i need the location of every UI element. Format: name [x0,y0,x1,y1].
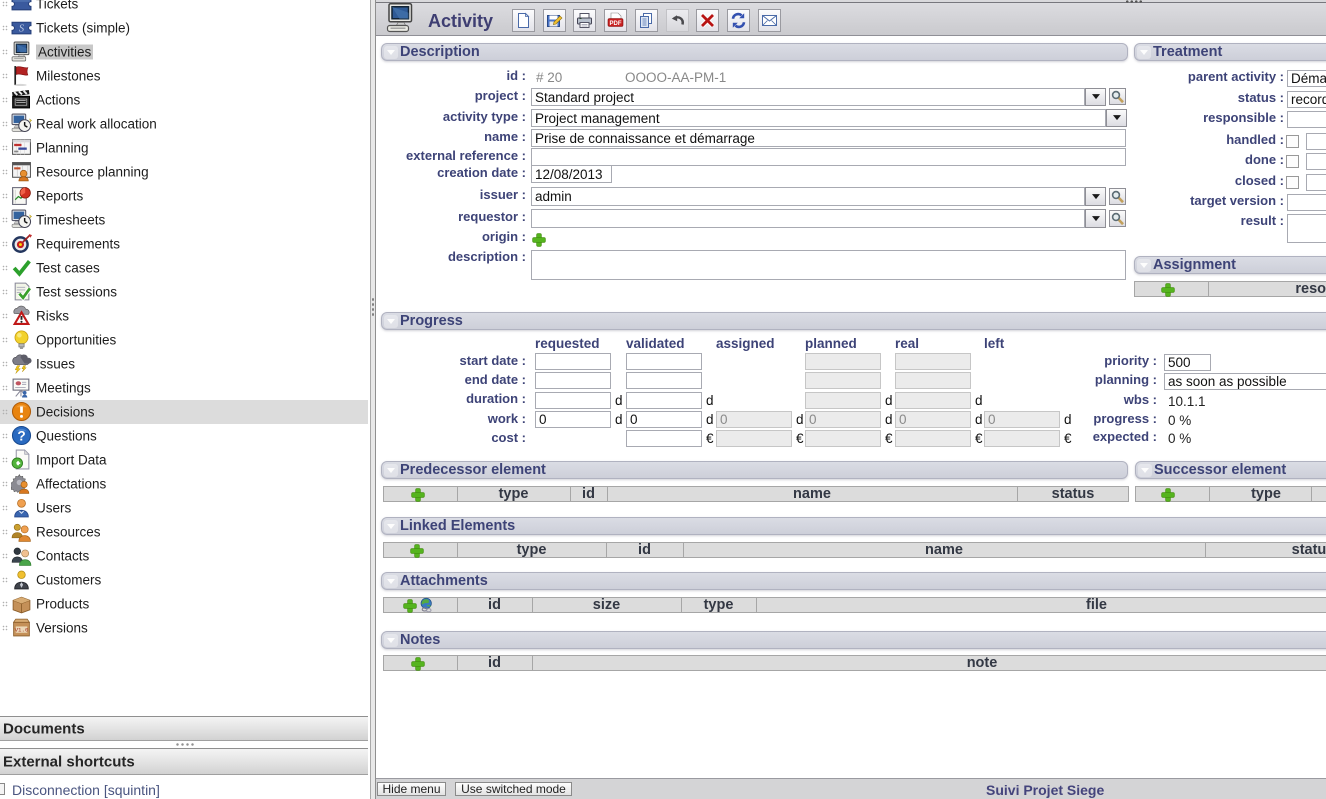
svg-text:S: S [19,24,25,35]
svg-text:?: ? [17,428,25,443]
svg-text:PDF: PDF [610,21,622,27]
svg-text:V1.0: V1.0 [15,627,29,634]
